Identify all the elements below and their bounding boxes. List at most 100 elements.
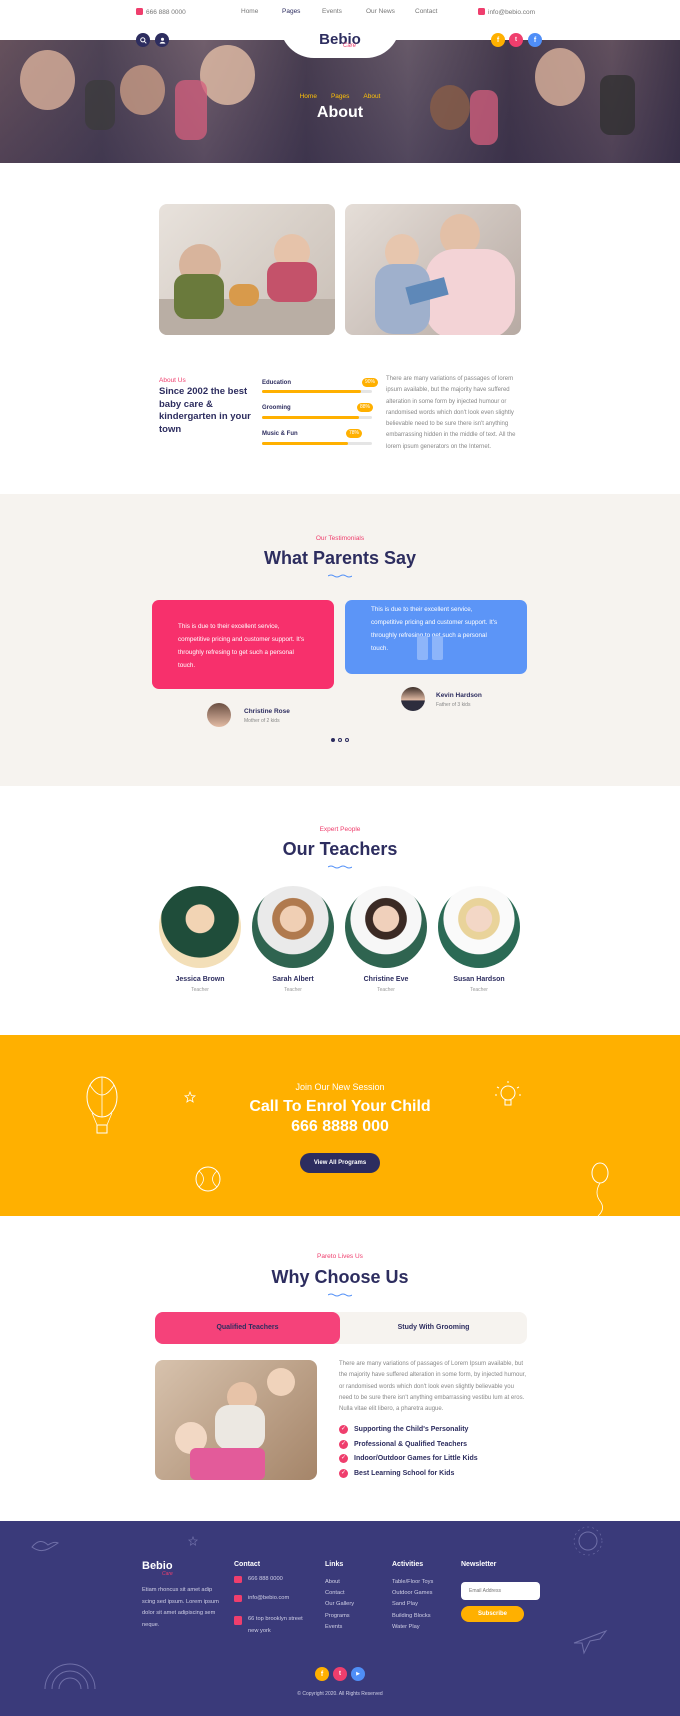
teacher-photo[interactable] — [159, 886, 241, 968]
search-icon — [139, 36, 147, 44]
teacher-name[interactable]: Susan Hardson — [429, 976, 529, 983]
twitter-icon: t — [339, 1671, 341, 1677]
testimonial-author: Kevin Hardson — [436, 692, 482, 699]
nav-contact[interactable]: Contact — [415, 8, 437, 15]
footer-link[interactable]: Our Gallery — [325, 1599, 354, 1611]
footer-youtube-button[interactable]: ▶ — [351, 1667, 365, 1681]
newsletter-email-input[interactable] — [461, 1582, 540, 1600]
why-tabs: Qualified Teachers Study With Grooming — [155, 1312, 527, 1344]
skill-bar — [262, 390, 372, 393]
footer-facebook-button[interactable]: f — [315, 1667, 329, 1681]
skill-percent-badge: 78% — [346, 429, 363, 438]
airplane-icon — [573, 1629, 608, 1655]
why-point: Supporting the Child's Personality — [354, 1426, 469, 1433]
page-title: About — [316, 104, 364, 121]
balloon-icon — [591, 1162, 609, 1216]
footer-contact-title: Contact — [234, 1561, 261, 1568]
kids-playing-photo — [159, 204, 335, 335]
mail-icon — [478, 8, 485, 15]
teacher-photo[interactable] — [438, 886, 520, 968]
breadcrumb-pages[interactable]: Pages — [331, 93, 349, 100]
nav-pages[interactable]: Pages — [282, 8, 300, 15]
enrol-title: Call To Enrol Your Child — [249, 1098, 431, 1115]
footer-email[interactable]: info@bebio.com — [248, 1593, 289, 1605]
testimonial-card: This is due to their excellent service, … — [152, 600, 334, 689]
twitter-button[interactable]: t — [509, 33, 523, 47]
avatar — [401, 687, 425, 711]
tab-study-with-grooming[interactable]: Study With Grooming — [340, 1312, 527, 1344]
teacher-role: Teacher — [284, 987, 302, 993]
about-text: There are many variations of passages of… — [386, 376, 516, 450]
search-button[interactable] — [136, 33, 150, 47]
squiggle-divider — [328, 1293, 352, 1297]
carousel-dot-active[interactable] — [331, 738, 335, 742]
sun-icon — [573, 1526, 603, 1556]
nav-events[interactable]: Events — [322, 8, 342, 15]
about-heading: Since 2002 the best baby care & kinderga… — [159, 386, 251, 435]
footer-activity[interactable]: Building Blocks — [392, 1611, 431, 1623]
skill-bar-fill — [262, 442, 348, 445]
breadcrumb-about: About — [363, 93, 381, 100]
facebook-alt-button[interactable]: f — [528, 33, 542, 47]
view-all-programs-button[interactable]: View All Programs — [300, 1153, 380, 1173]
facebook-icon: f — [496, 36, 500, 44]
footer-activity[interactable]: Table/Floor Toys — [392, 1577, 433, 1589]
facebook-button[interactable]: f — [491, 33, 505, 47]
footer-activity[interactable]: Outdoor Games — [392, 1588, 432, 1600]
phone-icon — [234, 1576, 242, 1583]
phone-icon — [136, 8, 143, 15]
footer-link[interactable]: Contact — [325, 1588, 345, 1600]
teacher-name[interactable]: Jessica Brown — [150, 976, 250, 983]
topbar-email[interactable]: info@bebio.com — [478, 8, 535, 16]
twitter-icon: t — [515, 37, 517, 43]
topbar-phone[interactable]: 666 888 0000 — [136, 8, 186, 16]
logo[interactable]: Bebio Care — [305, 31, 375, 49]
teacher-name[interactable]: Christine Eve — [336, 976, 436, 983]
squiggle-divider — [328, 574, 352, 578]
footer-logo-sub: Care — [162, 1571, 173, 1577]
footer-activity[interactable]: Sand Play — [392, 1599, 418, 1611]
teacher-role: Teacher — [377, 987, 395, 993]
why-point: Indoor/Outdoor Games for Little Kids — [354, 1455, 478, 1462]
user-icon — [159, 37, 165, 44]
nav-our-news[interactable]: Our News — [366, 8, 395, 15]
mother-reading-photo — [345, 204, 521, 335]
tab-qualified-teachers[interactable]: Qualified Teachers — [155, 1312, 340, 1344]
skill-bar-fill — [262, 416, 359, 419]
skill-percent-badge: 90% — [362, 378, 379, 387]
teacher-role: Teacher — [470, 987, 488, 993]
skill-label: Grooming — [262, 405, 291, 411]
why-title: Why Choose Us — [271, 1267, 409, 1287]
avatar — [207, 703, 231, 727]
skill-label: Music & Fun — [262, 431, 298, 437]
skill-bar — [262, 416, 372, 419]
enrol-phone[interactable]: 666 8888 000 — [0, 1118, 680, 1136]
check-icon: ✓ — [339, 1454, 348, 1463]
footer-link[interactable]: About — [325, 1577, 340, 1589]
youtube-icon: ▶ — [356, 1671, 360, 1677]
footer-activity[interactable]: Water Play — [392, 1622, 420, 1634]
check-icon: ✓ — [339, 1469, 348, 1478]
mail-icon — [234, 1595, 242, 1602]
teacher-photo[interactable] — [345, 886, 427, 968]
footer-link[interactable]: Events — [325, 1622, 342, 1634]
testimonials-title: What Parents Say — [263, 548, 417, 568]
subscribe-button[interactable]: Subscribe — [461, 1606, 524, 1622]
testimonial-card: This is due to their excellent service, … — [345, 600, 527, 674]
teacher-photo[interactable] — [252, 886, 334, 968]
squiggle-divider — [328, 865, 352, 869]
top-bar: 666 888 0000 Home Pages Events Our News … — [0, 0, 680, 24]
quote-icon — [417, 636, 443, 660]
footer-newsletter-title: Newsletter — [461, 1561, 497, 1568]
footer-phone[interactable]: 666 888 0000 — [248, 1574, 283, 1586]
hero-banner — [0, 40, 680, 163]
user-button[interactable] — [155, 33, 169, 47]
footer-twitter-button[interactable]: t — [333, 1667, 347, 1681]
footer-link[interactable]: Programs — [325, 1611, 350, 1623]
breadcrumb-home[interactable]: Home — [300, 93, 317, 100]
carousel-dot[interactable] — [338, 738, 342, 742]
nav-home[interactable]: Home — [241, 8, 258, 15]
facebook-icon: f — [320, 1670, 324, 1678]
teacher-name[interactable]: Sarah Albert — [243, 976, 343, 983]
carousel-dot[interactable] — [345, 738, 349, 742]
